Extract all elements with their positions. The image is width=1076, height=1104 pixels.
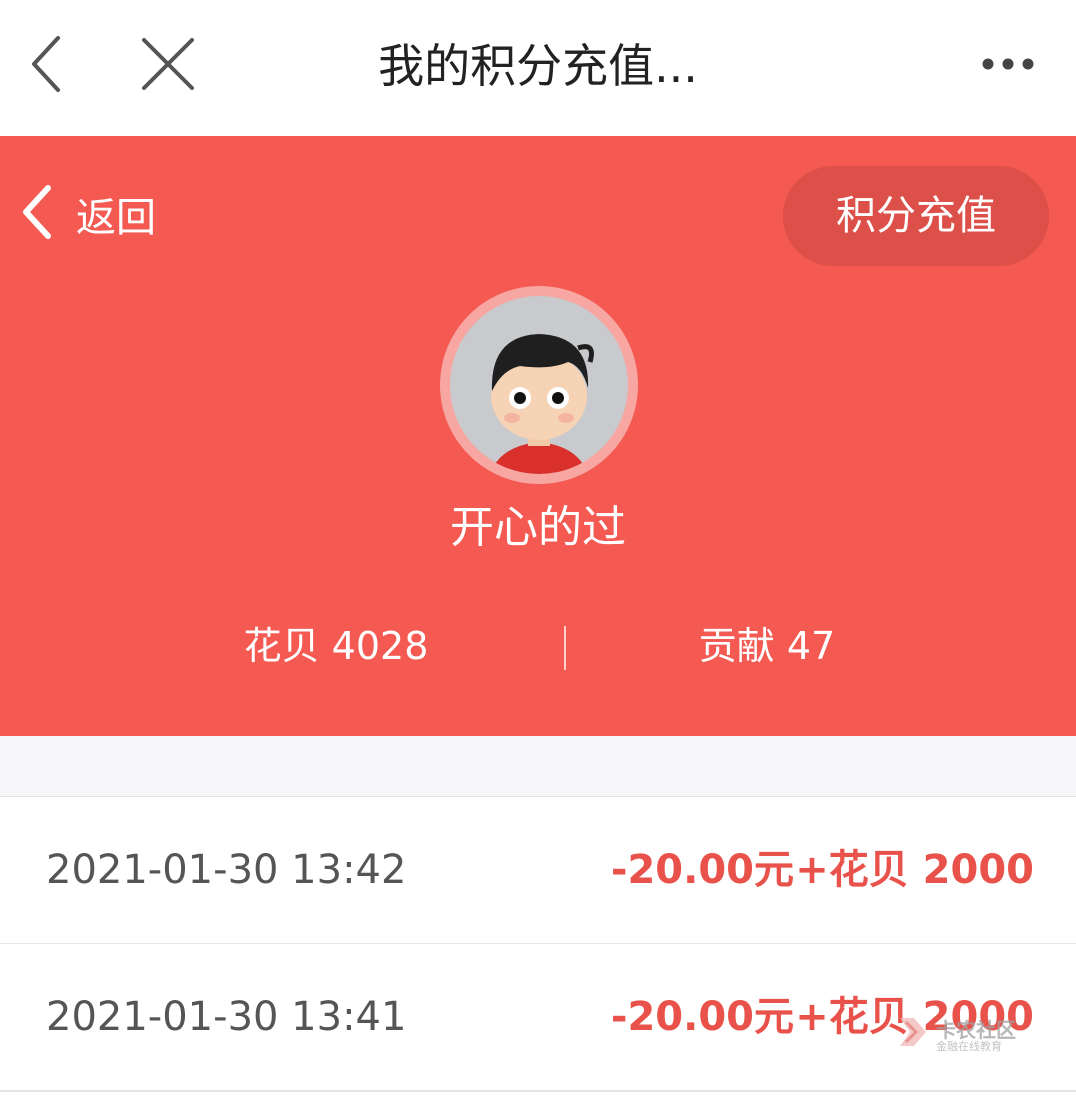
huabei-balance: 花贝 4028 [243,624,429,668]
watermark-subtitle: 金融在线教育 [936,1040,1002,1053]
record-time: 2021-01-30 13:42 [46,847,407,893]
contribution-count: 贡献 47 [698,624,836,668]
record-points: +花贝 2000 [795,847,1034,893]
avatar-image [450,296,628,474]
recharge-record[interactable]: 2021-01-30 13:42 -20.00元 +花贝 2000 [0,797,1076,945]
record-amount: -20.00元 [610,847,794,893]
stats-divider [564,626,566,670]
watermark-logo-icon [900,1018,926,1046]
avatar[interactable] [440,286,638,484]
page-title: 我的积分充值... [378,39,698,93]
back-button[interactable]: 返回 [14,174,214,254]
record-time: 2021-01-30 13:41 [46,994,407,1040]
username: 开心的过 [450,502,626,553]
back-label: 返回 [76,195,156,241]
section-spacer [0,736,1076,797]
recharge-points-button[interactable]: 积分充值 [783,166,1049,266]
app-bar: 我的积分充值... [0,0,1076,136]
watermark: 卡农社区 金融在线教育 [896,1012,1026,1054]
chevron-left-icon [14,180,64,248]
record-amount: -20.00元 [610,994,794,1040]
more-dots-icon[interactable] [972,44,1042,84]
profile-header: 返回 积分充值 开心的过 花贝 4028 贡献 47 [0,136,1076,736]
